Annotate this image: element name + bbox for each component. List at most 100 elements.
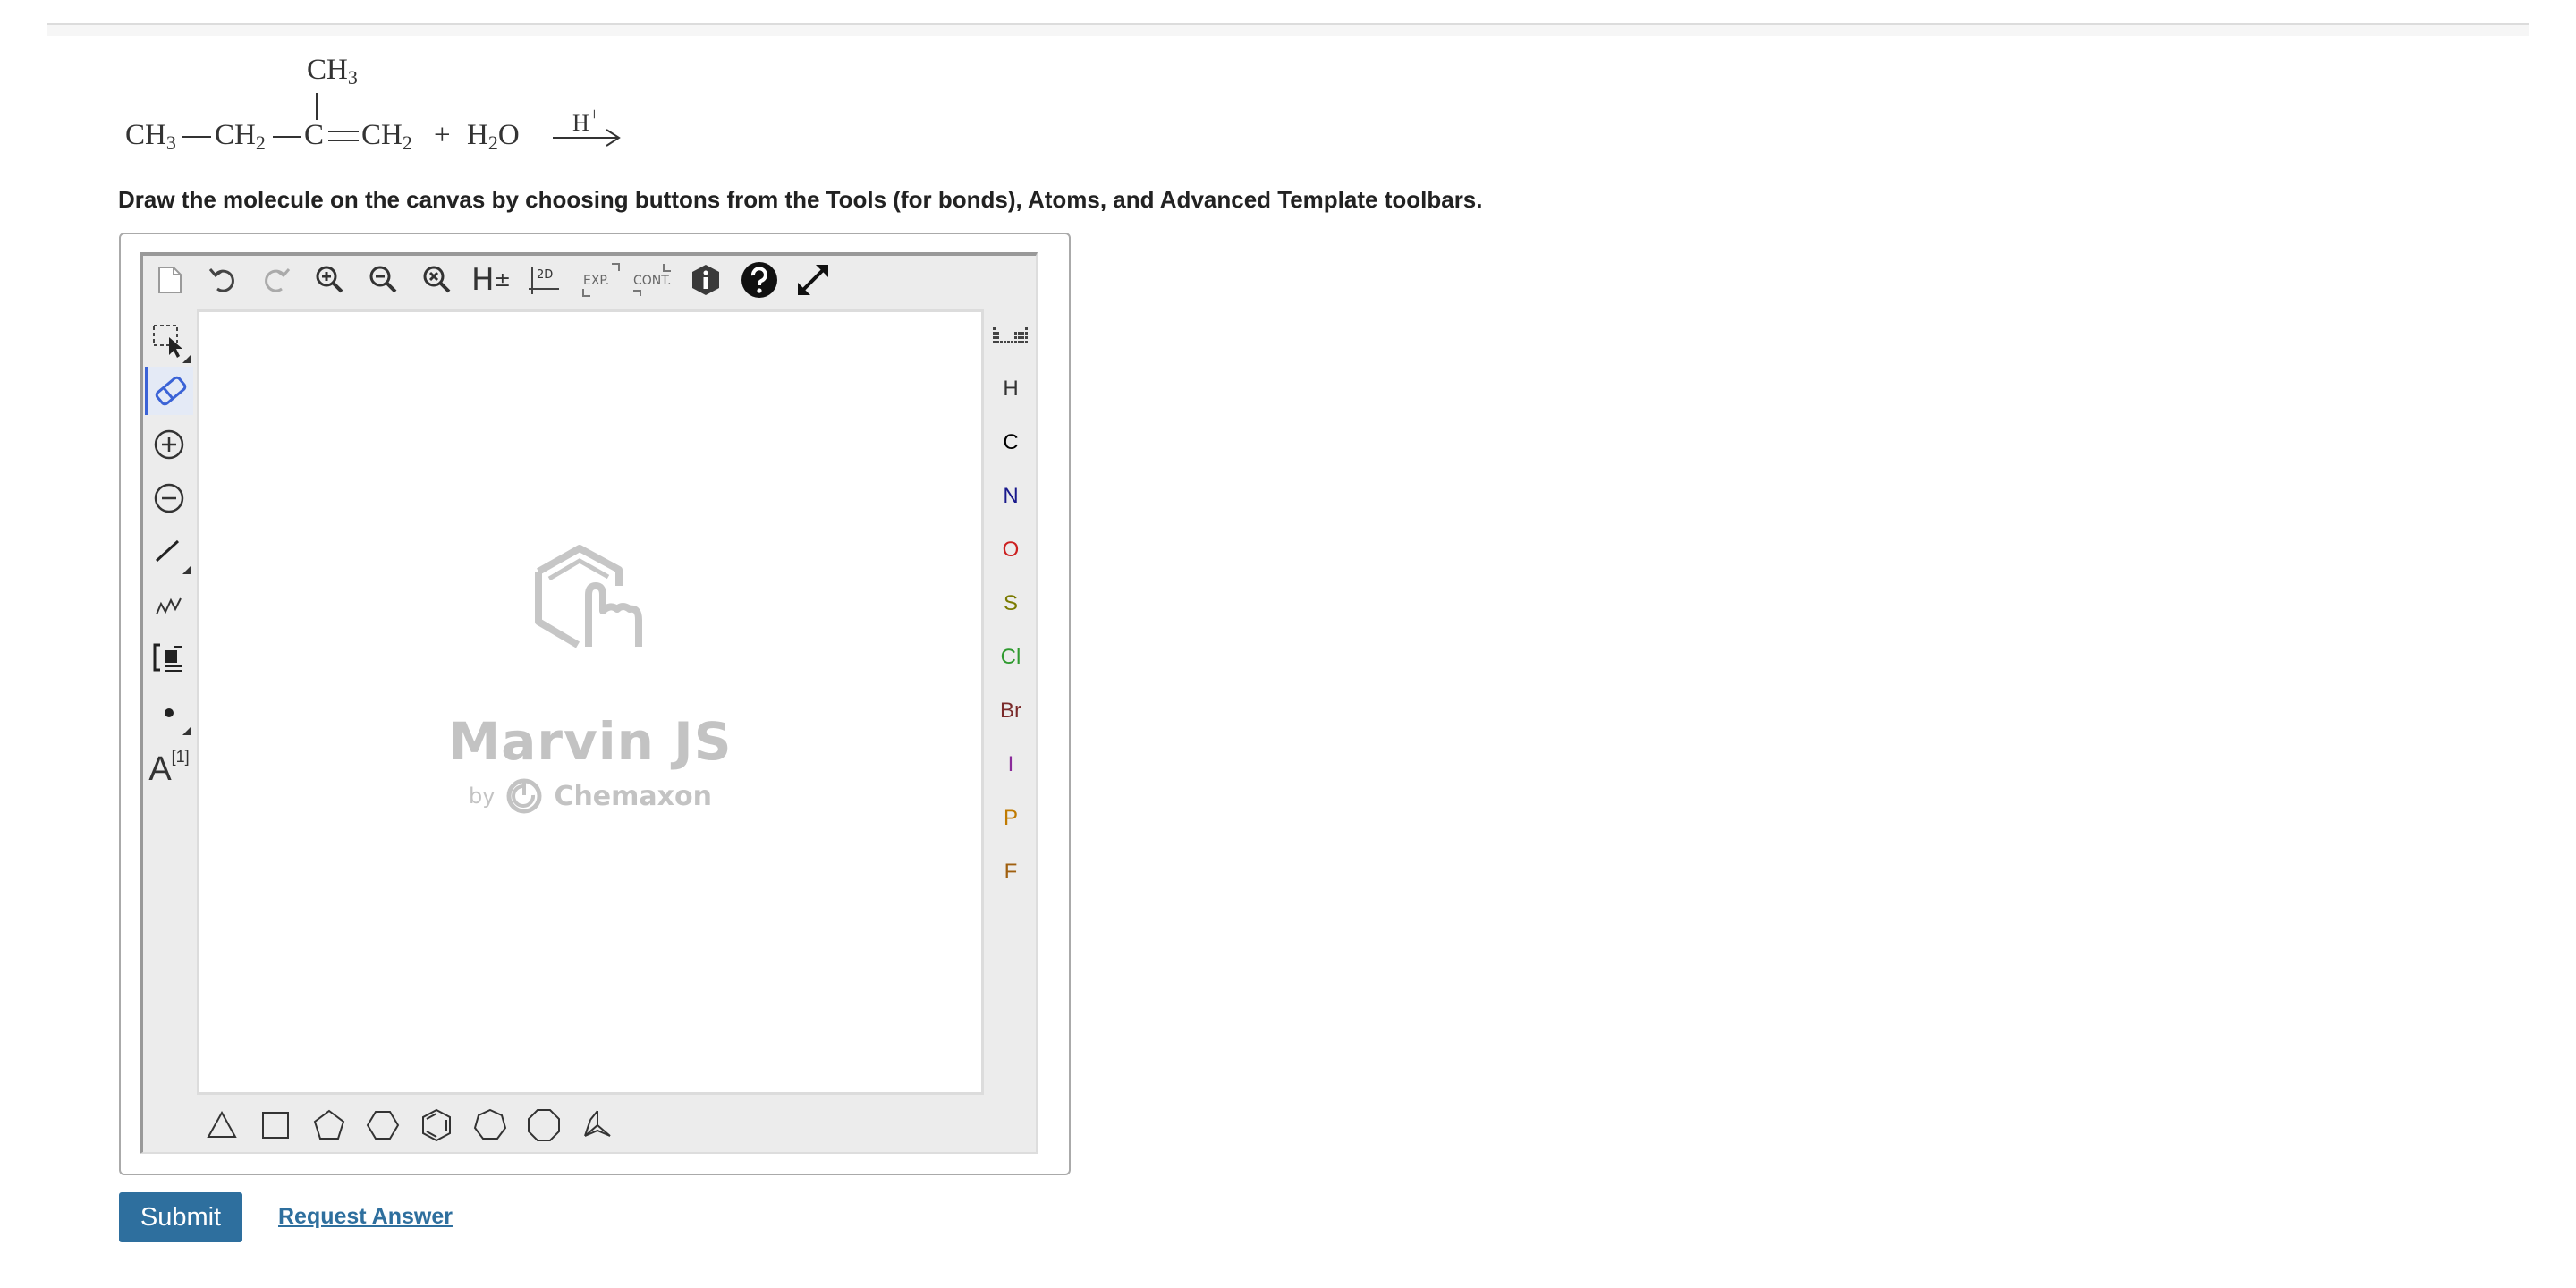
- request-answer-link[interactable]: Request Answer: [278, 1204, 453, 1230]
- atom-button-h[interactable]: H: [986, 367, 1036, 411]
- cyclooctane-template-button[interactable]: [521, 1100, 567, 1150]
- chain-icon: [156, 597, 182, 615]
- top-divider: [47, 23, 2529, 36]
- undo-icon: [208, 268, 234, 292]
- watermark-byline: by Chemaxon: [199, 777, 981, 815]
- contract-groups-button[interactable]: CONT.: [630, 259, 685, 301]
- about-button[interactable]: [685, 259, 726, 301]
- zoom-out-button[interactable]: [363, 259, 404, 301]
- fullscreen-button[interactable]: [792, 259, 834, 301]
- expand-arrows-icon: [798, 265, 828, 295]
- text-tool-button[interactable]: A [1]: [145, 741, 193, 789]
- top-toolbar: H ± 2D EXP. CONT.: [148, 259, 864, 306]
- atom-button-p[interactable]: P: [986, 796, 1036, 841]
- clean-2d-label: 2D: [537, 268, 553, 282]
- atom-button-br[interactable]: Br: [986, 689, 1036, 733]
- zoom-in-button[interactable]: [309, 259, 351, 301]
- drawing-canvas[interactable]: Marvin JS by Chemaxon: [197, 309, 984, 1095]
- single-bond-icon: [155, 539, 180, 563]
- cyclopropane-template-button[interactable]: [199, 1100, 245, 1150]
- left-toolbar: A [1]: [145, 313, 199, 814]
- eraser-icon: [155, 376, 187, 406]
- help-icon: [741, 262, 777, 298]
- submenu-indicator-icon: [182, 565, 191, 574]
- info-icon: [692, 265, 719, 295]
- benzene-template-button[interactable]: [413, 1100, 460, 1150]
- watermark-by: by: [469, 784, 496, 809]
- zoom-out-icon: [369, 266, 397, 293]
- redo-button[interactable]: [256, 259, 297, 301]
- branch-bond: [316, 93, 318, 120]
- water: H2O: [467, 119, 520, 154]
- zoom-in-icon: [316, 266, 343, 293]
- help-button[interactable]: [739, 259, 780, 301]
- plus-charge-icon: [154, 429, 184, 460]
- atom-button-n[interactable]: N: [986, 474, 1036, 519]
- hydrogen-toggle-button[interactable]: H ±: [470, 259, 512, 301]
- marvin-logo-icon: [535, 545, 642, 648]
- chain-tool-button[interactable]: [145, 581, 193, 630]
- bicyclic-template-button[interactable]: [574, 1100, 621, 1150]
- heptagon-icon: [473, 1108, 507, 1140]
- submit-button[interactable]: Submit: [119, 1192, 242, 1242]
- increase-charge-button[interactable]: [145, 420, 193, 469]
- cyclohexane-template-button[interactable]: [360, 1100, 406, 1150]
- text-tool-index: [1]: [171, 747, 190, 766]
- single-bond-1: [182, 136, 211, 138]
- periodic-table-button[interactable]: [986, 315, 1036, 360]
- submenu-indicator-icon: [182, 354, 191, 363]
- atom-button-i[interactable]: I: [986, 742, 1036, 787]
- undo-button[interactable]: [202, 259, 243, 301]
- zoom-fit-icon: [423, 266, 451, 293]
- double-bond-top: [328, 131, 359, 132]
- central-carbon: C: [304, 119, 325, 151]
- clean-2d-button[interactable]: 2D: [524, 259, 565, 301]
- double-bond-bottom: [328, 140, 359, 141]
- methyl-group: CH3: [125, 119, 176, 154]
- chemaxon-logo-icon: [506, 778, 542, 814]
- benzene-icon: [422, 1108, 451, 1142]
- single-bond-button[interactable]: [145, 528, 193, 576]
- bicycle-ring-icon: [584, 1110, 611, 1137]
- contract-icon: CONT.: [633, 264, 672, 296]
- bracket-icon: [153, 643, 182, 672]
- plus-sign: +: [434, 119, 451, 151]
- octagon-icon: [528, 1109, 560, 1141]
- triangle-icon: [207, 1110, 237, 1138]
- zoom-reset-button[interactable]: [417, 259, 458, 301]
- cyclobutane-template-button[interactable]: [252, 1100, 299, 1150]
- template-toolbar: [199, 1100, 735, 1150]
- cycloheptane-template-button[interactable]: [467, 1100, 513, 1150]
- reaction-arrow: [553, 129, 621, 147]
- periodic-table-icon: [993, 327, 1028, 343]
- new-document-button[interactable]: [148, 259, 190, 301]
- atom-toolbar: H C N O S Cl Br I P F: [986, 313, 1036, 894]
- atom-button-f[interactable]: F: [986, 850, 1036, 894]
- single-bond-2: [273, 136, 301, 138]
- expand-label: EXP.: [583, 274, 609, 288]
- radical-tool-button[interactable]: [145, 689, 193, 737]
- atom-button-o[interactable]: O: [986, 528, 1036, 572]
- cyclopentane-template-button[interactable]: [306, 1100, 352, 1150]
- branch-methyl: CH3: [307, 54, 358, 89]
- text-tool-letter: A: [148, 750, 172, 788]
- pentagon-icon: [313, 1109, 345, 1140]
- square-icon: [262, 1112, 289, 1139]
- selection-tool-button[interactable]: [145, 317, 193, 365]
- watermark-company: Chemaxon: [554, 780, 712, 812]
- radical-dot-icon: [165, 708, 174, 717]
- sgroup-bracket-button[interactable]: [145, 635, 193, 683]
- minus-charge-icon: [154, 483, 184, 513]
- atom-button-cl[interactable]: Cl: [986, 635, 1036, 680]
- atom-button-s[interactable]: S: [986, 581, 1036, 626]
- hexagon-icon: [366, 1111, 400, 1140]
- atom-button-c[interactable]: C: [986, 420, 1036, 465]
- methylene-group: CH2: [215, 119, 266, 154]
- expand-groups-button[interactable]: EXP.: [576, 259, 626, 301]
- reaction-equation: CH3 CH3 CH2 C CH2 + H2O H+: [116, 54, 671, 170]
- eraser-tool-button[interactable]: [145, 367, 193, 415]
- decrease-charge-button[interactable]: [145, 474, 193, 522]
- contract-label: CONT.: [633, 274, 672, 288]
- submenu-indicator-icon: [182, 726, 191, 735]
- expand-icon: EXP.: [582, 263, 620, 297]
